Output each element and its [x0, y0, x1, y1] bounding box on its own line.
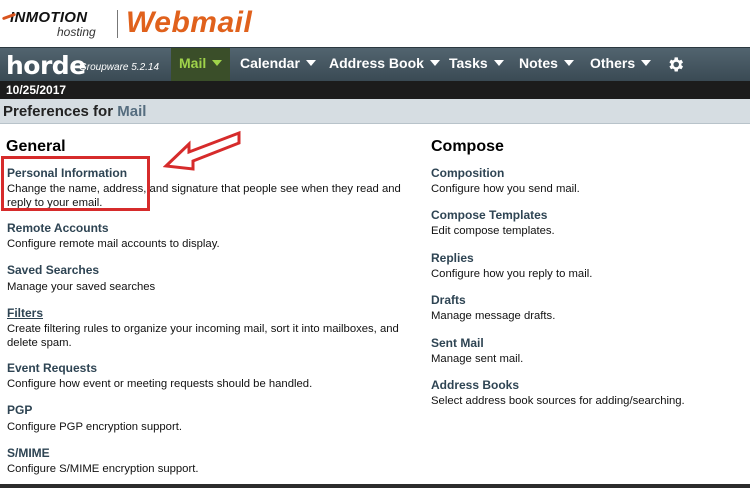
pref-pgp[interactable]: PGP: [7, 403, 32, 417]
page-title-bar: Preferences for Mail: [0, 99, 750, 124]
pref-saved-searches[interactable]: Saved Searches: [7, 263, 99, 277]
pref-event-requests[interactable]: Event Requests: [7, 361, 97, 375]
company-name: INMOTION: [10, 9, 88, 26]
pref-desc: Configure how you reply to mail.: [431, 267, 592, 281]
horde-logo[interactable]: horde: [6, 51, 86, 80]
pref-smime[interactable]: S/MIME: [7, 446, 50, 460]
current-date: 10/25/2017: [6, 83, 67, 97]
gear-icon[interactable]: [666, 55, 685, 74]
pref-desc: Configure remote mail accounts to displa…: [7, 237, 220, 251]
highlight-box: [1, 156, 150, 211]
pref-desc-line: Configure how you reply to mail.: [431, 268, 593, 280]
pref-sent-mail[interactable]: Sent Mail: [431, 336, 484, 350]
nav-calendar[interactable]: Calendar: [232, 48, 324, 81]
pref-desc-line: Create filtering rules to organize your …: [7, 323, 399, 335]
horde-version: Groupware 5.2.14: [79, 62, 160, 73]
nav-mail[interactable]: Mail: [171, 48, 231, 81]
pref-composition[interactable]: Composition: [431, 166, 504, 180]
nav-tasks[interactable]: Tasks: [441, 48, 512, 81]
chevron-down-icon: [212, 60, 223, 66]
chevron-down-icon: [641, 60, 652, 66]
pref-desc-line: Configure how you send mail.: [431, 183, 580, 195]
nav-notes-label: Notes: [519, 55, 558, 71]
pref-desc-line: Manage message drafts.: [431, 310, 556, 322]
pref-desc: Edit compose templates.: [431, 224, 555, 238]
chevron-down-icon: [493, 60, 504, 66]
pref-desc-line: Manage sent mail.: [431, 353, 524, 365]
pref-filters[interactable]: Filters: [7, 306, 43, 320]
compose-heading: Compose: [431, 138, 504, 155]
arrow-annotation-icon: [163, 130, 241, 171]
nav-mail-label: Mail: [179, 55, 207, 71]
brand-header: INMOTION hosting Webmail: [0, 0, 750, 47]
chevron-down-icon: [305, 60, 316, 66]
pref-compose-templates[interactable]: Compose Templates: [431, 208, 547, 222]
pref-address-books[interactable]: Address Books: [431, 378, 519, 392]
pref-desc: Configure S/MIME encryption support.: [7, 462, 199, 476]
bottom-edge: [0, 484, 750, 488]
general-heading: General: [6, 138, 66, 155]
pref-desc: Manage your saved searches: [7, 280, 155, 294]
inmotion-logo: INMOTION: [1, 9, 88, 26]
chevron-down-icon: [429, 60, 440, 66]
product-name: Webmail: [126, 6, 253, 39]
page-title: Preferences for Mail: [3, 103, 146, 120]
pref-desc-line: Configure S/MIME encryption support.: [7, 463, 199, 475]
main-navbar: horde Groupware 5.2.14 Mail Calendar Add…: [0, 47, 750, 81]
pref-desc: Configure how you send mail.: [431, 182, 580, 196]
chevron-down-icon: [563, 60, 574, 66]
brand-divider: [117, 10, 118, 38]
pref-remote-accounts[interactable]: Remote Accounts: [7, 221, 109, 235]
nav-address-book[interactable]: Address Book: [321, 48, 448, 81]
page-title-prefix: Preferences for: [3, 103, 114, 120]
pref-desc-line: Manage your saved searches: [7, 281, 156, 293]
pref-desc: Configure how event or meeting requests …: [7, 377, 312, 391]
pref-desc: Create filtering rules to organize your …: [7, 322, 399, 350]
pref-desc-line: Edit compose templates.: [431, 225, 555, 237]
page-title-app: Mail: [117, 103, 147, 120]
pref-desc-line: delete spam.: [7, 337, 72, 349]
nav-others-label: Others: [590, 55, 636, 71]
nav-tasks-label: Tasks: [449, 55, 488, 71]
pref-desc: Select address book sources for adding/s…: [431, 394, 685, 408]
pref-desc-line: Configure how event or meeting requests …: [7, 378, 313, 390]
pref-desc-line: Configure remote mail accounts to displa…: [7, 238, 220, 250]
nav-address-book-label: Address Book: [329, 55, 424, 71]
company-sub: hosting: [57, 25, 96, 39]
pref-drafts[interactable]: Drafts: [431, 293, 466, 307]
nav-calendar-label: Calendar: [240, 55, 300, 71]
nav-others[interactable]: Others: [582, 48, 659, 81]
pref-desc-line: Configure PGP encryption support.: [7, 421, 182, 433]
nav-notes[interactable]: Notes: [511, 48, 582, 81]
pref-desc-line: Select address book sources for adding/s…: [431, 395, 685, 407]
date-bar: 10/25/2017: [0, 81, 750, 99]
pref-desc: Configure PGP encryption support.: [7, 420, 182, 434]
pref-desc: Manage message drafts.: [431, 309, 555, 323]
pref-desc: Manage sent mail.: [431, 352, 523, 366]
pref-replies[interactable]: Replies: [431, 251, 474, 265]
